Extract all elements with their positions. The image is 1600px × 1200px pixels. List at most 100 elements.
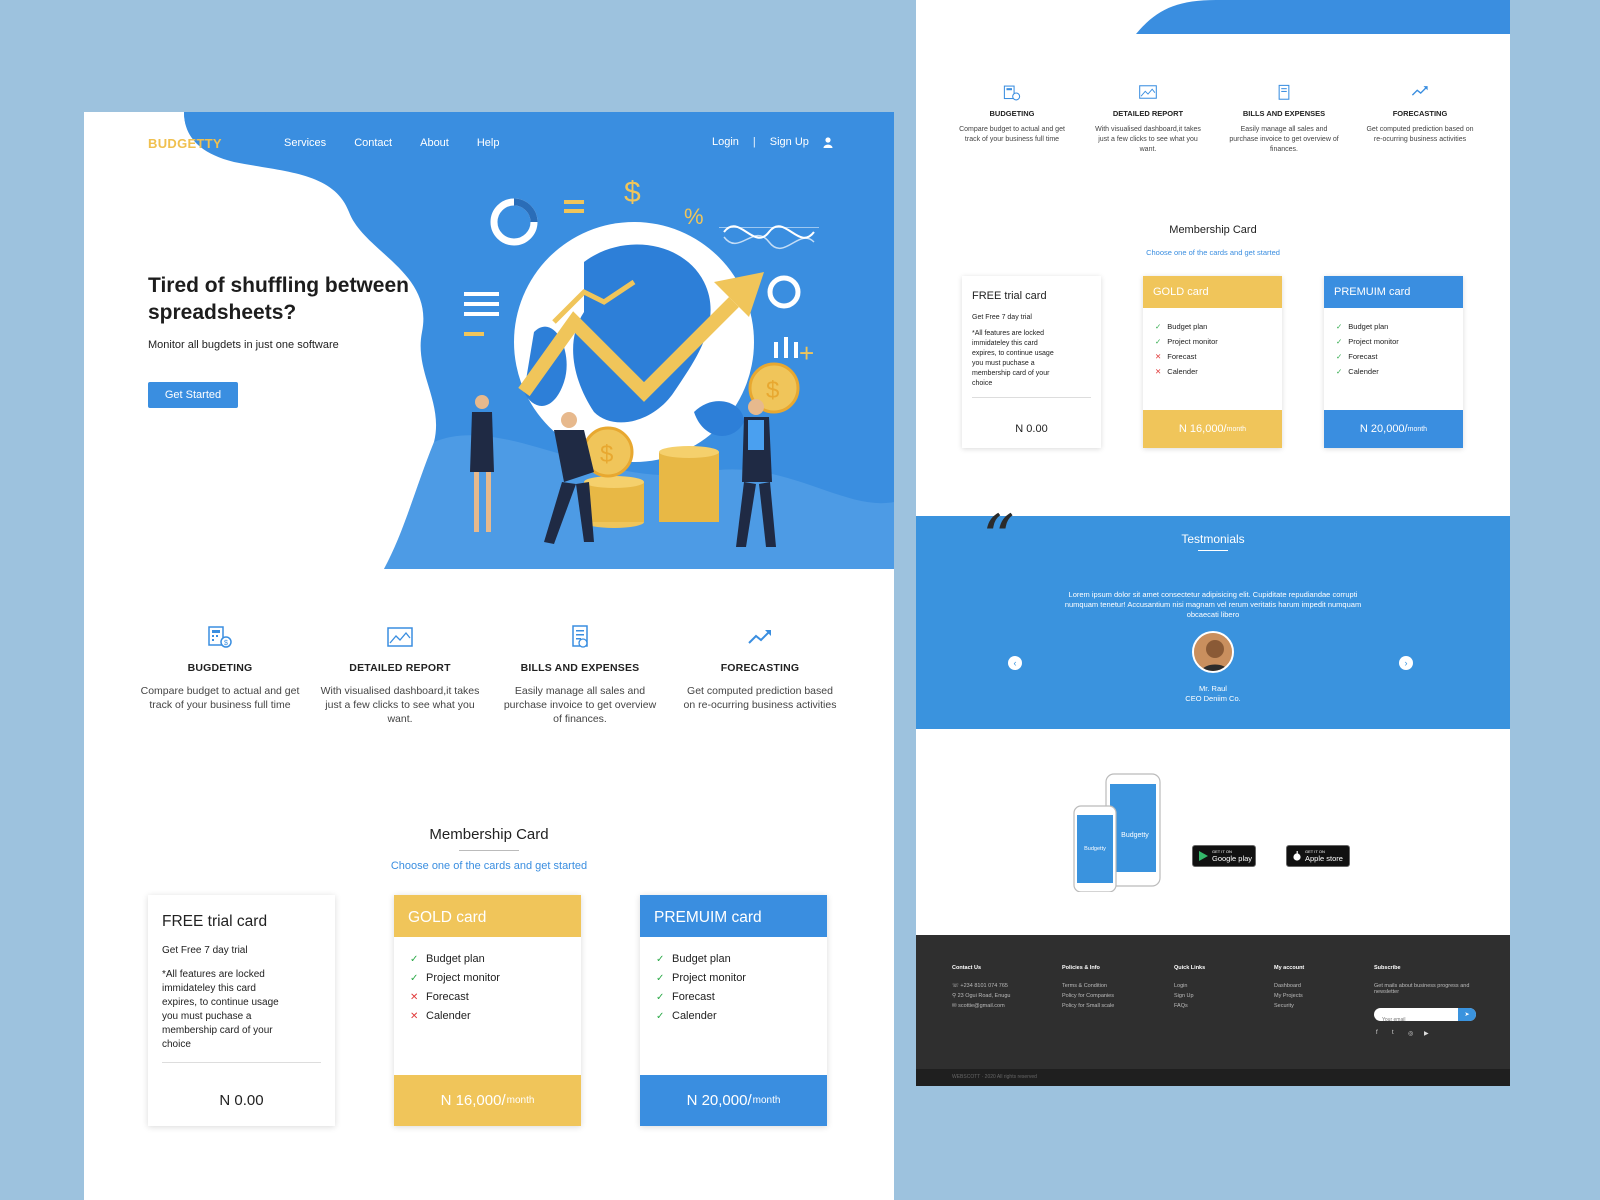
list-item: ✓ Forecast [656, 991, 827, 1003]
budget-calculator-icon: $ [208, 626, 232, 648]
feature-label: Calender [672, 1010, 717, 1022]
footer-heading: My account [1274, 965, 1305, 971]
auth-links: Login | Sign Up [712, 136, 833, 148]
brand-logo[interactable]: BUDGETTY [148, 136, 222, 151]
feature-title: BUGDETING [187, 662, 253, 674]
svg-text:$: $ [224, 640, 228, 647]
list-item: ✓ Project monitor [410, 972, 581, 984]
price-value: N 16,000/ [1178, 423, 1227, 435]
membership-title: Membership Card [429, 826, 549, 843]
signup-link[interactable]: Sign Up [770, 136, 809, 148]
youtube-icon[interactable]: ▶ [1424, 1030, 1432, 1038]
email-text[interactable]: scottie@gmail.com [958, 1003, 1005, 1009]
get-started-button[interactable]: Get Started [148, 382, 238, 408]
check-icon: ✓ [1336, 367, 1343, 376]
cross-icon: ✕ [410, 1010, 419, 1022]
avatar [1192, 631, 1234, 673]
card-title: GOLD card [1143, 276, 1282, 308]
user-icon[interactable] [823, 136, 833, 148]
footer-link[interactable]: Policy for Small scale [1062, 1003, 1114, 1009]
feature-title: FORECASTING [1392, 109, 1448, 118]
svg-text:+: + [799, 338, 814, 368]
feature-label: Budget plan [672, 953, 731, 965]
store-name: Google play [1212, 854, 1253, 863]
nav-about[interactable]: About [420, 137, 449, 149]
google-play-button[interactable]: GET IT ON Google play [1192, 845, 1256, 867]
trial-note: *All features are locked immidateley thi… [972, 330, 1054, 387]
apple-icon [1293, 851, 1301, 861]
footer-heading: Policies & Info [1062, 965, 1100, 971]
gold-card[interactable]: GOLD card ✓ Budget plan ✓ Project monitor … [1143, 276, 1282, 448]
footer-link[interactable]: My Projects [1274, 993, 1304, 999]
card-title: FREE trial card [972, 290, 1047, 302]
check-icon: ✓ [1155, 322, 1162, 331]
gold-card[interactable]: GOLD card ✓ Budget plan ✓ Project monitor … [394, 895, 581, 1126]
next-arrow-icon[interactable]: › [1399, 656, 1413, 670]
trend-up-icon [1411, 86, 1428, 96]
subscribe-text: Get mails about business progress and ne… [1374, 983, 1470, 995]
card-price-button[interactable]: N 20,000/month [640, 1075, 827, 1126]
feature-label: Forecast [1348, 352, 1378, 361]
landing-page-left: BUDGETTY Services Contact About Help Log… [84, 112, 894, 1200]
footer-link[interactable]: Sign Up [1174, 993, 1205, 999]
trial-note: *All features are locked immidateley thi… [162, 969, 279, 1050]
nav-help[interactable]: Help [477, 137, 500, 149]
hero-illustration: $ % + $ $ [464, 176, 819, 547]
card-divider [972, 397, 1091, 398]
footer-link[interactable]: Terms & Condition [1062, 983, 1114, 989]
feature-list: ✓ Budget plan ✓ Project monitor ✕ Forecast … [1143, 308, 1282, 376]
feature-desc: Get computed prediction based on re-ocur… [1366, 126, 1474, 143]
footer-link[interactable]: Security [1274, 1003, 1304, 1009]
feature-label: Calender [426, 1010, 471, 1022]
feature-label: Project monitor [426, 972, 500, 984]
instagram-icon[interactable]: ◎ [1408, 1030, 1416, 1038]
nav-services[interactable]: Services [284, 137, 326, 149]
footer-heading: Subscribe [1374, 965, 1401, 971]
card-price-button[interactable]: N 16,000/month [1143, 410, 1282, 448]
feature-list: ✓ Budget plan ✓ Project monitor ✓ Forecast … [640, 937, 827, 1022]
email-input[interactable] [1374, 1013, 1444, 1027]
email-line: ✉ scottie@gmail.com [952, 1003, 1010, 1009]
list-item: ✕ Calender [410, 1010, 581, 1022]
footer-link[interactable]: Login [1174, 983, 1205, 989]
card-divider [162, 1062, 321, 1063]
twitter-icon[interactable]: t [1392, 1030, 1400, 1038]
footer-link[interactable]: FAQs [1174, 1003, 1205, 1009]
footer-link[interactable]: Policy for Companies [1062, 993, 1114, 999]
price-period: month [506, 1095, 535, 1106]
footer-link[interactable]: Dashboard [1274, 983, 1304, 989]
feature-label: Budget plan [1348, 322, 1389, 331]
invoice-icon [572, 625, 588, 648]
apple-store-button[interactable]: GET IT ON Apple store [1286, 845, 1350, 867]
membership-subtitle: Choose one of the cards and get started [390, 860, 588, 872]
premium-card[interactable]: PREMUIM card ✓ Budget plan ✓ Project monit… [640, 895, 827, 1126]
free-trial-card[interactable]: FREE trial card Get Free 7 day trial *Al… [962, 276, 1101, 448]
nav-contact[interactable]: Contact [354, 137, 392, 149]
list-item: ✕ Forecast [1155, 352, 1282, 361]
card-price-button[interactable]: N 20,000/month [1324, 410, 1463, 448]
feature-title: DETAILED REPORT [1112, 109, 1184, 118]
facebook-icon[interactable]: f [1376, 1030, 1384, 1038]
feature-label: Calender [1167, 367, 1198, 376]
check-icon: ✓ [1336, 322, 1343, 331]
prev-arrow-icon[interactable]: ‹ [1008, 656, 1022, 670]
phone-number: +234 8101 074 765 [960, 983, 1008, 989]
list-item: ✕ Calender [1155, 367, 1282, 376]
login-link[interactable]: Login [712, 136, 739, 148]
check-icon: ✓ [410, 953, 419, 965]
feature-label: Forecast [1167, 352, 1197, 361]
card-price-button[interactable]: N 16,000/month [394, 1075, 581, 1126]
premium-card[interactable]: PREMUIM card ✓ Budget plan ✓ Project monit… [1324, 276, 1463, 448]
card-title: FREE trial card [162, 913, 268, 930]
send-icon[interactable]: ➤ [1458, 1008, 1476, 1021]
feature-title: FORECASTING [720, 662, 800, 674]
feature-desc: Easily manage all sales and purchase inv… [1229, 126, 1339, 153]
feature-list: ✓ Budget plan ✓ Project monitor ✕ Forecast … [394, 937, 581, 1022]
free-trial-card[interactable]: FREE trial card Get Free 7 day trial *Al… [148, 895, 335, 1126]
features-row: BUDGETING Compare budget to actual and g… [956, 84, 1476, 155]
price-value: N 20,000/ [1359, 423, 1408, 435]
chart-image-icon [387, 627, 413, 647]
feature-desc: Get computed prediction based on re-ocur… [683, 685, 837, 711]
list-item: ✓ Budget plan [410, 953, 581, 965]
features-row: $ BUGDETING Compare budget to actual and… [140, 622, 840, 726]
